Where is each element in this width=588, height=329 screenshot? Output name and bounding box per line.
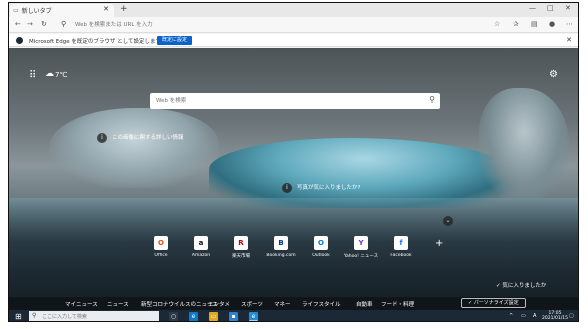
quick-link-rakuten[interactable]: R 楽天市場: [223, 236, 259, 259]
news-tab-news[interactable]: ニュース: [107, 300, 129, 308]
info-icon: i: [282, 183, 292, 193]
yahoo-news-icon: Y: [354, 236, 368, 250]
tab-title: 新しいタブ: [21, 8, 52, 15]
quick-link-outlook[interactable]: O Outlook: [303, 236, 339, 258]
weather-icon[interactable]: ☁: [45, 69, 54, 79]
personalize-button[interactable]: ✓ パーソナライズ設定: [461, 298, 526, 308]
store-icon[interactable]: ▪: [229, 312, 238, 321]
back-arrow-icon[interactable]: ←: [15, 20, 21, 28]
news-tab-entertainment[interactable]: エンタメ: [208, 300, 230, 308]
search-icon[interactable]: ⚲: [429, 95, 435, 104]
quick-link-label: Yahoo! ニュース: [343, 254, 379, 259]
clock-date: 2021/01/15: [542, 316, 568, 321]
ime-indicator[interactable]: A: [533, 313, 536, 319]
windows-taskbar: ⊞ ⚲ ○ e ▭ ▪ e ^ ▭ A 17:05 2021/01/15 ▢: [9, 310, 578, 321]
minimize-button[interactable]: —: [529, 4, 536, 12]
news-tab-money[interactable]: マネー: [274, 300, 291, 308]
news-tab-lifestyle[interactable]: ライフスタイル: [302, 300, 341, 308]
info-icon: i: [97, 133, 107, 143]
notification-icon[interactable]: ▢: [569, 313, 574, 319]
tab-page-icon: ▭: [13, 7, 19, 14]
scroll-down-icon[interactable]: ⌄: [443, 216, 453, 226]
hotspot-text: 写真が気に入りましたか?: [297, 184, 361, 191]
infobar-close-icon[interactable]: ✕: [566, 36, 572, 44]
quick-link-label: Booking.com: [266, 253, 296, 258]
image-info-hotspot[interactable]: i この画像に関する詳しい情報: [97, 133, 222, 143]
amazon-icon: a: [194, 236, 208, 250]
forward-arrow-icon[interactable]: →: [27, 20, 33, 28]
search-icon: ⚲: [32, 312, 37, 319]
web-search-input[interactable]: [156, 96, 406, 106]
quick-link-booking[interactable]: B Booking.com: [263, 236, 299, 258]
new-tab-page: ⠿ ☁ 7℃ ⚙ ⚲ i この画像に関する詳しい情報 i 写真が気に入りましたか…: [9, 48, 578, 310]
news-tab-covid[interactable]: 新型コロナウイルスのニュース: [141, 300, 218, 308]
news-tab-sports[interactable]: スポーツ: [241, 300, 263, 308]
close-window-button[interactable]: ✕: [565, 4, 571, 12]
quick-link-facebook[interactable]: f Facebook: [383, 236, 419, 258]
taskbar-search-input[interactable]: [42, 313, 152, 320]
tab-new-tab[interactable]: ▭ 新しいタブ ✕: [10, 4, 114, 17]
app-launcher-icon[interactable]: ⠿: [29, 70, 36, 81]
office-icon: O: [154, 236, 168, 250]
set-default-button[interactable]: 既定に設定: [157, 36, 193, 45]
taskbar-search-box[interactable]: ⚲: [29, 311, 159, 321]
facebook-icon: f: [394, 236, 408, 250]
new-tab-button[interactable]: +: [120, 4, 128, 14]
news-tab-my-news[interactable]: マイニュース: [65, 300, 98, 308]
news-tab-food[interactable]: フード・料理: [381, 300, 414, 308]
file-explorer-icon[interactable]: ▭: [209, 312, 218, 321]
image-like-hotspot[interactable]: i 写真が気に入りましたか?: [282, 183, 360, 193]
quick-link-yahoo-news[interactable]: Y Yahoo! ニュース: [343, 236, 379, 259]
more-menu-icon[interactable]: ⋯: [566, 20, 573, 28]
quick-link-label: Amazon: [191, 253, 211, 258]
add-quick-link-button[interactable]: +: [435, 238, 443, 249]
clock[interactable]: 17:05 2021/01/15: [542, 311, 568, 321]
quick-link-label: 楽天市場: [232, 254, 250, 259]
address-bar: ← → ↻ ⚲ ☆ ✰ ▤ ● ⋯: [9, 17, 578, 33]
favorite-star-icon[interactable]: ☆: [494, 20, 500, 28]
browser-window: ▭ 新しいタブ ✕ + — □ ✕ ← → ↻ ⚲ ☆ ✰ ▤ ● ⋯ Micr…: [8, 2, 579, 322]
refresh-icon[interactable]: ↻: [41, 20, 47, 28]
quick-links: O Office a Amazon R 楽天市場 B Booking.com O…: [141, 236, 443, 266]
news-feed-tabs: マイニュース ニュース 新型コロナウイルスのニュース エンタメ スポーツ マネー…: [9, 297, 578, 310]
windows-start-icon[interactable]: ⊞: [15, 312, 22, 321]
search-icon: ⚲: [61, 20, 67, 28]
quick-link-office[interactable]: O Office: [143, 236, 179, 258]
quick-link-label: Facebook: [390, 253, 412, 258]
profile-icon[interactable]: ●: [549, 20, 555, 28]
booking-icon: B: [274, 236, 288, 250]
like-image-link[interactable]: ✓ 気に入りましたか: [496, 281, 546, 289]
task-view-icon[interactable]: ○: [169, 312, 178, 321]
outlook-icon: O: [314, 236, 328, 250]
network-icon[interactable]: ▭: [521, 313, 526, 319]
maximize-button[interactable]: □: [547, 4, 554, 12]
background-iceberg: [49, 108, 219, 188]
web-search-box[interactable]: ⚲: [150, 93, 440, 109]
collections-icon[interactable]: ▤: [531, 20, 538, 28]
hotspot-text: この画像に関する詳しい情報: [112, 134, 184, 141]
tab-bar: ▭ 新しいタブ ✕ + — □ ✕: [9, 3, 578, 17]
tray-chevron-icon[interactable]: ^: [509, 313, 513, 319]
edge-taskbar-icon[interactable]: e: [189, 312, 198, 321]
rakuten-icon: R: [234, 236, 248, 250]
news-tab-autos[interactable]: 自動車: [356, 300, 373, 308]
gear-icon[interactable]: ⚙: [549, 69, 558, 80]
quick-link-amazon[interactable]: a Amazon: [183, 236, 219, 258]
favorites-icon[interactable]: ✰: [513, 20, 519, 28]
edge-active-icon[interactable]: e: [249, 312, 258, 321]
background-iceberg: [479, 88, 569, 198]
quick-link-label: Office: [154, 253, 168, 258]
default-browser-infobar: Microsoft Edge を既定のブラウザ として設定しますか? 既定に設定…: [9, 34, 578, 47]
edge-logo-icon: [16, 37, 23, 44]
quick-link-label: Outlook: [312, 253, 330, 258]
address-input[interactable]: [75, 20, 445, 30]
tab-close-icon[interactable]: ✕: [103, 5, 109, 13]
infobar-message: Microsoft Edge を既定のブラウザ として設定しますか?: [29, 39, 170, 45]
weather-temperature[interactable]: 7℃: [55, 71, 67, 79]
